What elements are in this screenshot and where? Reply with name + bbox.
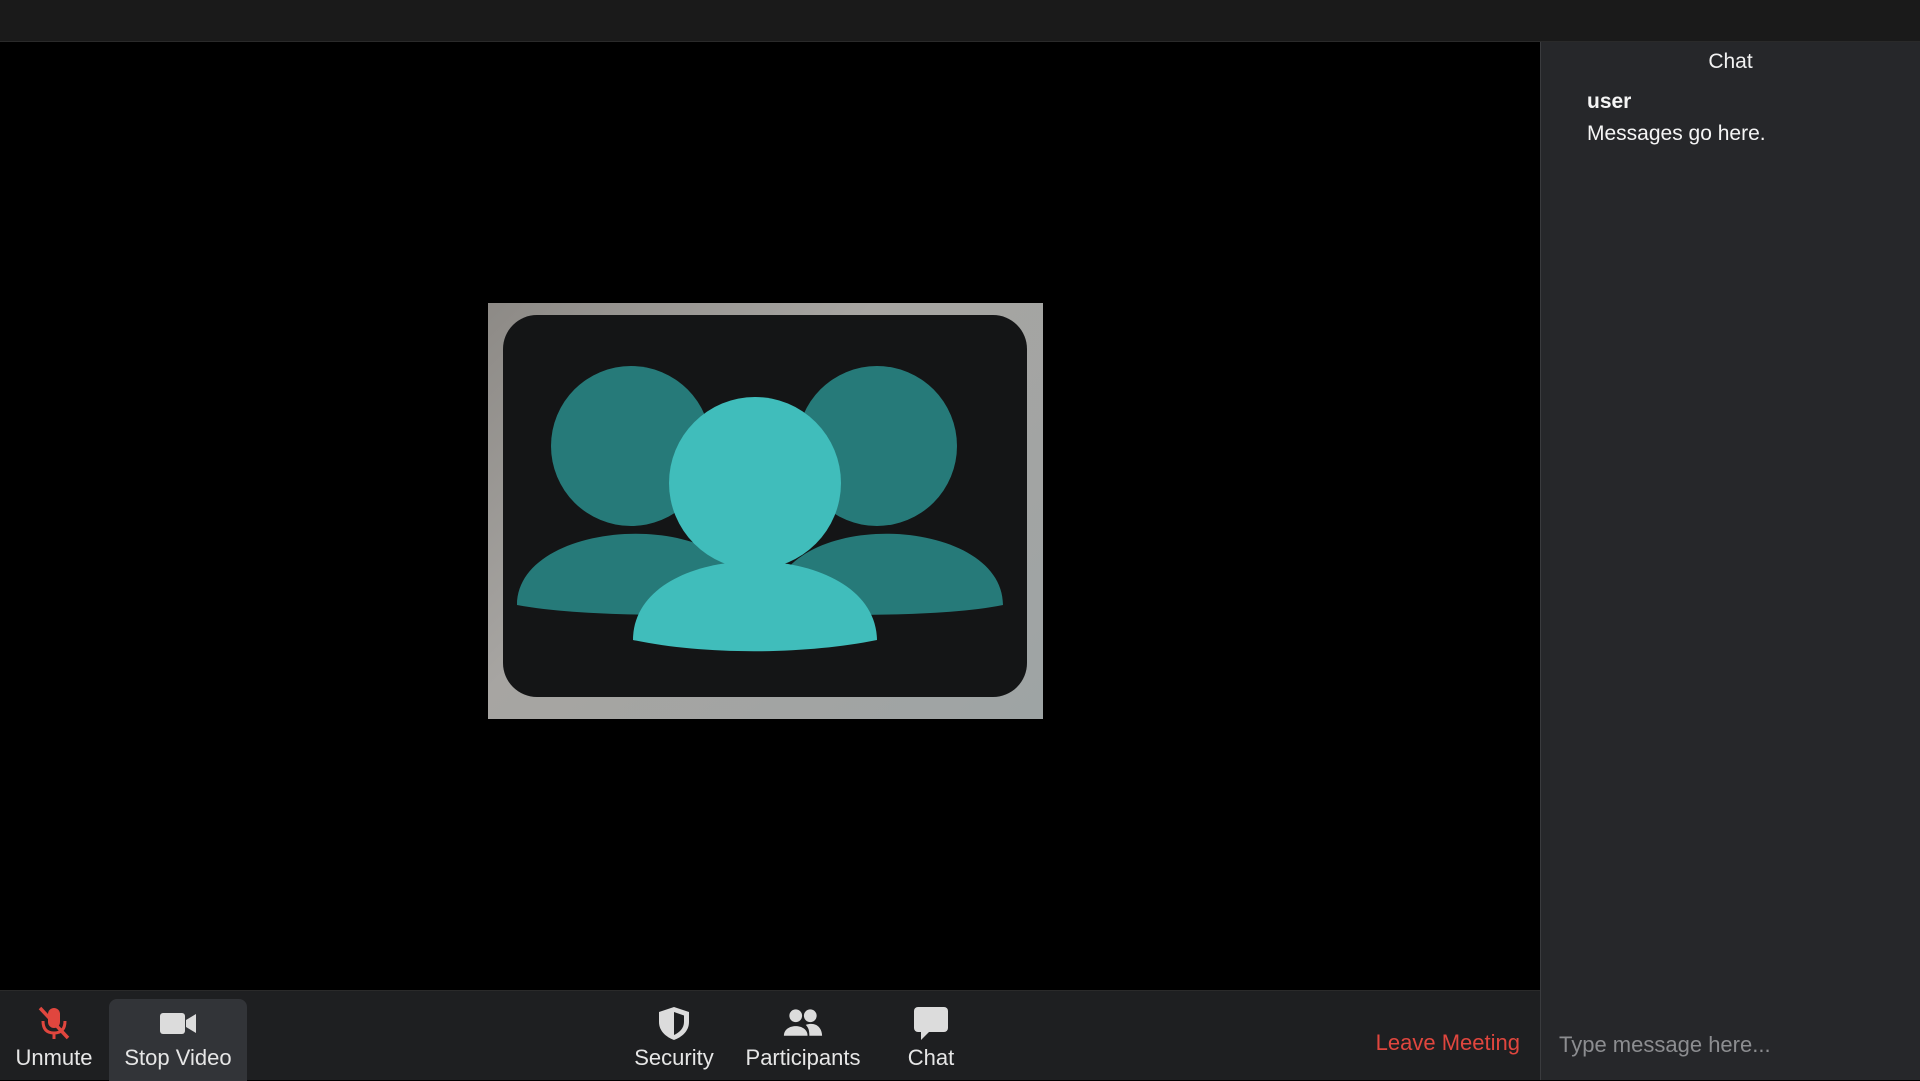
group-avatar-placeholder	[503, 315, 1027, 697]
chat-label: Chat	[907, 1045, 955, 1070]
security-label: Security	[634, 1045, 714, 1070]
chat-message-text: Messages go here.	[1587, 122, 1766, 145]
muted-microphone-icon	[34, 1005, 74, 1041]
chat-bubble-icon	[911, 1005, 951, 1041]
stop-video-label: Stop Video	[124, 1045, 232, 1070]
leave-meeting-button[interactable]: Leave Meeting	[1376, 1030, 1520, 1056]
unmute-label: Unmute	[15, 1045, 93, 1070]
window-title-bar	[0, 0, 1920, 42]
chat-message: user Messages go here.	[1587, 90, 1766, 146]
chat-message-input[interactable]	[1541, 1010, 1920, 1080]
stop-video-button[interactable]: Stop Video	[109, 999, 247, 1081]
participants-label: Participants	[745, 1045, 861, 1070]
unmute-button[interactable]: Unmute	[4, 999, 104, 1081]
chat-button[interactable]: Chat	[882, 999, 980, 1081]
meeting-toolbar: Unmute Stop Video Security Participants …	[0, 990, 1540, 1081]
chat-panel: Chat user Messages go here.	[1540, 42, 1920, 1080]
people-icon	[783, 1005, 823, 1041]
video-stage	[0, 42, 1540, 990]
group-avatar-icon	[517, 366, 1003, 652]
participants-button[interactable]: Participants	[742, 999, 864, 1081]
security-button[interactable]: Security	[624, 999, 724, 1081]
shield-icon	[654, 1005, 694, 1041]
participant-video-tile[interactable]	[488, 303, 1043, 719]
chat-message-author: user	[1587, 90, 1632, 113]
video-camera-icon	[158, 1005, 198, 1041]
chat-panel-title: Chat	[1708, 50, 1753, 73]
